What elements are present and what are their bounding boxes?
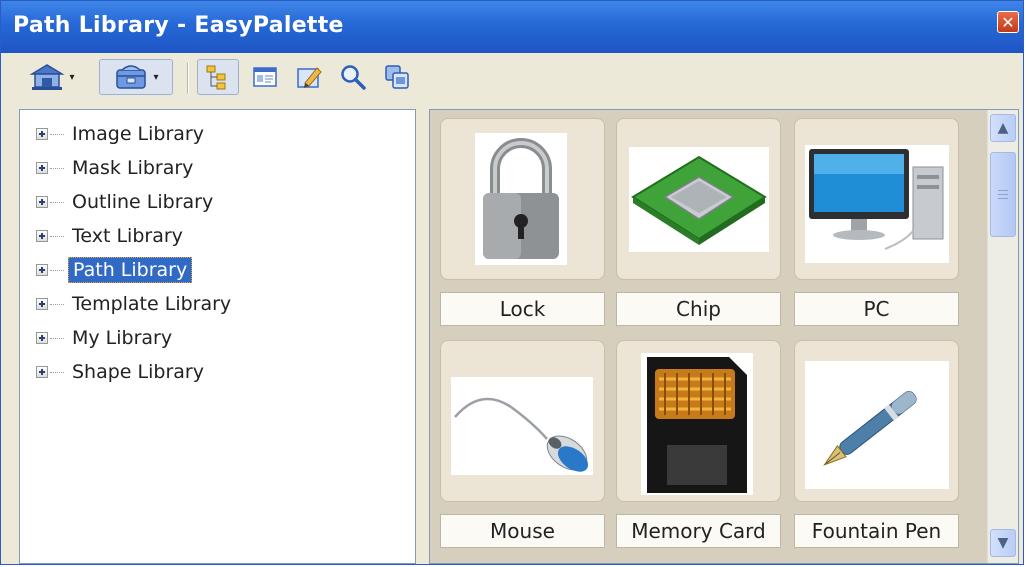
gallery-caption-mouse[interactable]: Mouse <box>440 514 605 548</box>
tree-item-shape-library[interactable]: Shape Library <box>36 358 208 386</box>
tree-item-label-selected: Path Library <box>68 257 193 283</box>
expand-icon[interactable] <box>36 366 48 378</box>
toolbar-separator <box>187 63 189 93</box>
expand-icon[interactable] <box>36 162 48 174</box>
tree-connector <box>50 371 64 373</box>
chevron-down-icon: ▾ <box>69 71 75 83</box>
tree-item-path-library[interactable]: Path Library <box>36 256 193 284</box>
tree-item-image-library[interactable]: Image Library <box>36 120 208 148</box>
expand-icon[interactable] <box>36 332 48 344</box>
toolbar: ▾ ▾ <box>1 53 1023 103</box>
pane-splitter[interactable] <box>419 107 427 564</box>
scroll-down-button[interactable]: ▼ <box>990 529 1016 557</box>
tree-item-template-library[interactable]: Template Library <box>36 290 235 318</box>
gallery-caption-lock[interactable]: Lock <box>440 292 605 326</box>
tree-item-label: My Library <box>72 327 173 349</box>
tree-connector <box>50 303 64 305</box>
library-home-dropdown-button[interactable]: ▾ <box>17 59 87 95</box>
gallery-caption-pc[interactable]: PC <box>794 292 959 326</box>
scroll-grip <box>998 194 1008 195</box>
edit-button[interactable] <box>291 59 327 95</box>
gallery-thumbnail-mouse[interactable] <box>440 340 605 502</box>
detail-view-icon <box>253 67 277 87</box>
chip-icon <box>631 155 767 245</box>
scroll-up-button[interactable]: ▲ <box>990 114 1016 142</box>
detail-view-button[interactable] <box>247 59 283 95</box>
tree-item-mask-library[interactable]: Mask Library <box>36 154 197 182</box>
scroll-grip <box>998 190 1008 191</box>
gallery-caption-fountain-pen[interactable]: Fountain Pen <box>794 514 959 548</box>
gallery-caption-memory-card[interactable]: Memory Card <box>616 514 781 548</box>
search-button[interactable] <box>335 59 371 95</box>
title-bar[interactable]: Path Library - EasyPalette ✕ <box>1 1 1023 53</box>
gallery-thumbnail-lock[interactable] <box>440 118 605 280</box>
tree-view-icon <box>206 65 226 90</box>
gallery-thumbnail-fountain-pen[interactable] <box>794 340 959 502</box>
expand-icon[interactable] <box>36 264 48 276</box>
search-icon <box>341 65 366 90</box>
tree-item-label: Template Library <box>72 293 232 315</box>
tree-connector <box>50 337 64 339</box>
mouse-icon <box>454 397 589 472</box>
tree-item-outline-library[interactable]: Outline Library <box>36 188 217 216</box>
gallery-caption-chip[interactable]: Chip <box>616 292 781 326</box>
library-home-icon <box>29 64 66 90</box>
gallery-thumbnail-chip[interactable] <box>616 118 781 280</box>
tree-connector <box>50 269 64 271</box>
copy-button[interactable] <box>379 59 415 95</box>
expand-icon[interactable] <box>36 128 48 140</box>
path-library-window: Path Library - EasyPalette ✕ ▾ ▾ Image L… <box>0 0 1024 565</box>
close-button[interactable]: ✕ <box>997 11 1019 33</box>
scroll-thumb[interactable] <box>990 152 1016 237</box>
tree-connector <box>50 133 64 135</box>
tree-connector <box>50 201 64 203</box>
tree-view-button[interactable] <box>197 59 239 95</box>
desktop-pc-icon <box>809 149 944 250</box>
vertical-scrollbar[interactable]: ▲ ▼ <box>987 110 1018 563</box>
expand-icon[interactable] <box>36 196 48 208</box>
tree-connector <box>50 167 64 169</box>
gallery-thumbnail-pc[interactable] <box>794 118 959 280</box>
tree-item-text-library[interactable]: Text Library <box>36 222 187 250</box>
chevron-down-icon: ▾ <box>153 71 159 83</box>
library-tree: Image Library Mask Library Outline Libra… <box>19 109 416 564</box>
tree-item-label: Mask Library <box>72 157 194 179</box>
library-category-dropdown-button[interactable]: ▾ <box>99 59 173 95</box>
gallery-thumbnail-memory-card[interactable] <box>616 340 781 502</box>
fountain-pen-icon <box>823 391 917 466</box>
expand-icon[interactable] <box>36 298 48 310</box>
copy-icon <box>385 65 409 89</box>
scroll-grip <box>998 198 1008 199</box>
library-category-icon <box>116 65 147 89</box>
memory-card-icon <box>647 357 747 493</box>
tree-item-label: Image Library <box>72 123 204 145</box>
tree-item-label: Shape Library <box>72 361 204 383</box>
window-title: Path Library - EasyPalette <box>13 13 344 38</box>
tree-item-my-library[interactable]: My Library <box>36 324 176 352</box>
padlock-icon <box>483 138 559 259</box>
edit-icon <box>297 67 322 88</box>
path-gallery: Lock Chip PC Mouse Memory Card Fountain … <box>429 109 1019 564</box>
tree-item-label: Outline Library <box>72 191 214 213</box>
tree-connector <box>50 235 64 237</box>
tree-item-label: Text Library <box>72 225 183 247</box>
expand-icon[interactable] <box>36 230 48 242</box>
